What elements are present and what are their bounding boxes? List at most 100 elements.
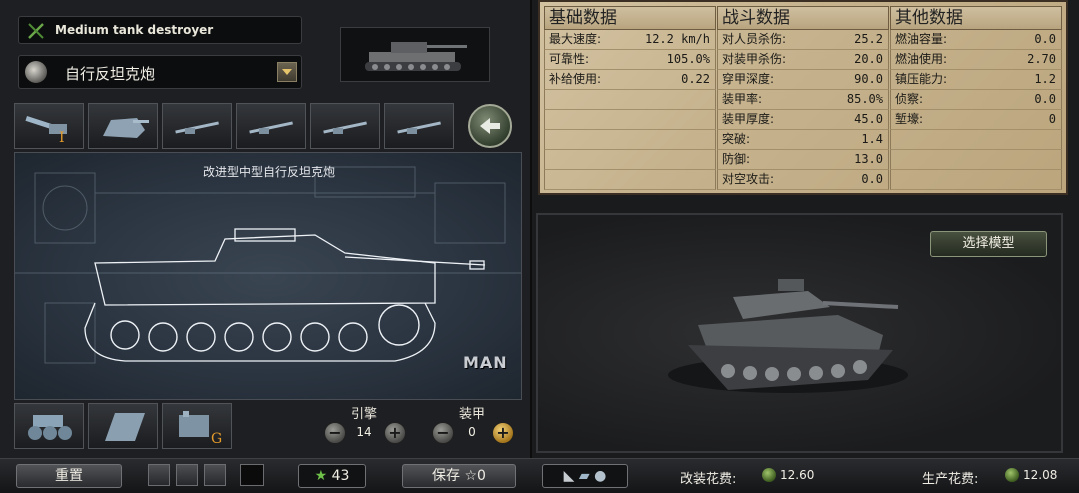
copy-icon[interactable] bbox=[148, 464, 170, 486]
stat-label: 装甲厚度: bbox=[722, 112, 775, 126]
save-button[interactable]: 保存 ☆0 bbox=[402, 464, 516, 488]
armor-upgrade-group: 装甲 − 0 + bbox=[430, 403, 514, 453]
stat-row: 燃油容量: 0.0 bbox=[890, 30, 1062, 50]
design-name-selector[interactable]: 自行反坦克炮 bbox=[18, 55, 302, 89]
unit-type-label: Medium tank destroyer bbox=[55, 23, 214, 37]
stat-row-empty bbox=[544, 170, 716, 190]
manufacturer-logo: MAN bbox=[463, 353, 508, 372]
equipment-icons: ◣ ▰ ● bbox=[542, 464, 628, 488]
chassis-slot-engine[interactable]: G bbox=[162, 403, 232, 449]
svg-text:I: I bbox=[59, 130, 65, 142]
engine-decrease-button[interactable]: − bbox=[324, 422, 346, 444]
plus-icon: + bbox=[388, 423, 402, 442]
combat-stats-rows: 对人员杀伤: 25.2 对装甲杀伤: 20.0 穿甲深度: 90.0 装甲率: 85.0… bbox=[717, 30, 889, 190]
empty-slot[interactable] bbox=[240, 464, 264, 486]
stat-value: 2.70 bbox=[1027, 52, 1056, 66]
stat-row: 补给使用: 0.22 bbox=[544, 70, 716, 90]
chassis-slot-suspension[interactable] bbox=[14, 403, 84, 449]
stat-row-empty bbox=[544, 110, 716, 130]
minus-icon: − bbox=[436, 423, 450, 442]
stat-label: 对装甲杀伤: bbox=[722, 52, 787, 66]
shell-icon[interactable] bbox=[204, 464, 226, 486]
stat-value: 1.2 bbox=[1034, 72, 1056, 86]
module-slot-secondary-3[interactable] bbox=[310, 103, 380, 149]
gear-icon[interactable] bbox=[176, 464, 198, 486]
stat-label: 燃油容量: bbox=[895, 32, 948, 46]
stats-panel: 基础数据 最大速度: 12.2 km/h 可靠性: 105.0% 补给使用: 0.22… bbox=[538, 0, 1068, 195]
module-slot-superstructure[interactable] bbox=[88, 103, 158, 149]
basic-stats-rows: 最大速度: 12.2 km/h 可靠性: 105.0% 补给使用: 0.22 bbox=[544, 30, 716, 190]
chassis-slot-row: G bbox=[14, 403, 244, 449]
stat-value: 0 bbox=[1048, 112, 1056, 126]
stat-label: 突破: bbox=[722, 132, 751, 146]
plus-icon: + bbox=[496, 423, 510, 442]
production-cost-label: 生产花费: bbox=[922, 472, 979, 487]
stat-value: 0.0 bbox=[861, 172, 883, 186]
save-count: ☆0 bbox=[464, 468, 486, 484]
knife-icon: ◣ bbox=[563, 468, 575, 484]
chevron-down-icon[interactable] bbox=[277, 62, 297, 82]
other-stats-header: 其他数据 bbox=[890, 6, 1062, 30]
stat-row: 可靠性: 105.0% bbox=[544, 50, 716, 70]
blueprint-view: 改进型中型自行反坦克炮 MAN bbox=[14, 152, 522, 400]
ammo-icon: ▰ bbox=[578, 468, 590, 484]
other-stats-rows: 燃油容量: 0.0 燃油使用: 2.70 镇压能力: 1.2 侦察: 0.0 堑壕: 0 bbox=[890, 30, 1062, 190]
return-arrow-icon[interactable] bbox=[468, 104, 512, 148]
stat-row-empty bbox=[544, 90, 716, 110]
stat-row: 对装甲杀伤: 20.0 bbox=[717, 50, 889, 70]
module-slot-secondary-1[interactable] bbox=[162, 103, 232, 149]
stat-row-empty bbox=[890, 170, 1062, 190]
stat-label: 最大速度: bbox=[549, 32, 602, 46]
stat-value: 12.2 km/h bbox=[644, 32, 710, 46]
stat-label: 防御: bbox=[722, 152, 751, 166]
stat-value: 0.22 bbox=[681, 72, 710, 86]
choose-model-button[interactable]: 选择模型 bbox=[930, 231, 1047, 257]
combat-stats-header: 战斗数据 bbox=[717, 6, 889, 30]
basic-stats-column: 基础数据 最大速度: 12.2 km/h 可靠性: 105.0% 补给使用: 0.22 bbox=[544, 6, 716, 190]
armor-plate-icon bbox=[105, 413, 145, 441]
stat-row: 最大速度: 12.2 km/h bbox=[544, 30, 716, 50]
engine-icon: G bbox=[179, 411, 222, 445]
stat-label: 对人员杀伤: bbox=[722, 32, 787, 46]
module-slot-secondary-2[interactable] bbox=[236, 103, 306, 149]
stat-value: 25.2 bbox=[854, 32, 883, 46]
stat-value: 1.4 bbox=[861, 132, 883, 146]
module-slot-secondary-4[interactable] bbox=[384, 103, 454, 149]
reset-button[interactable]: 重置 bbox=[16, 464, 122, 488]
stat-row: 穿甲深度: 90.0 bbox=[717, 70, 889, 90]
stat-value: 13.0 bbox=[854, 152, 883, 166]
armor-upgrade-value: 0 bbox=[468, 425, 476, 439]
stat-row-empty bbox=[890, 130, 1062, 150]
stat-row: 燃油使用: 2.70 bbox=[890, 50, 1062, 70]
stat-row: 装甲厚度: 45.0 bbox=[717, 110, 889, 130]
stat-row: 侦察: 0.0 bbox=[890, 90, 1062, 110]
stat-row-empty bbox=[890, 150, 1062, 170]
save-label: 保存 bbox=[432, 468, 461, 484]
stat-row-empty bbox=[544, 150, 716, 170]
armor-increase-button[interactable]: + bbox=[492, 422, 514, 444]
production-cost-value: 12.08 bbox=[1023, 468, 1058, 482]
armor-decrease-button[interactable]: − bbox=[432, 422, 454, 444]
stat-label: 对空攻击: bbox=[722, 172, 775, 186]
machine-gun-icon bbox=[249, 121, 293, 134]
production-coin-icon bbox=[1005, 468, 1019, 482]
machine-gun-icon bbox=[323, 121, 367, 134]
chassis-slot-armor[interactable] bbox=[88, 403, 158, 449]
suspension-icon bbox=[28, 415, 72, 440]
stat-label: 侦察: bbox=[895, 92, 924, 106]
other-stats-column: 其他数据 燃油容量: 0.0 燃油使用: 2.70 镇压能力: 1.2 侦察: 0.0 … bbox=[890, 6, 1062, 190]
stat-row: 突破: 1.4 bbox=[717, 130, 889, 150]
stat-value: 45.0 bbox=[854, 112, 883, 126]
blueprint-drawing bbox=[15, 166, 521, 364]
tank-thumbnail bbox=[340, 27, 490, 82]
module-slot-main-gun[interactable]: I bbox=[14, 103, 84, 149]
crossed-rifles-icon bbox=[27, 22, 45, 40]
module-slot-row: I bbox=[14, 103, 464, 149]
engine-upgrade-stepper: − 14 + bbox=[322, 422, 406, 446]
stat-row: 对人员杀伤: 25.2 bbox=[717, 30, 889, 50]
stat-row: 堑壕: 0 bbox=[890, 110, 1062, 130]
engine-increase-button[interactable]: + bbox=[384, 422, 406, 444]
designer-panel: Medium tank destroyer 自行反坦克炮 I 改进型中型自行反坦… bbox=[0, 0, 532, 458]
design-emblem-icon bbox=[25, 61, 47, 83]
stat-value: 0.0 bbox=[1034, 32, 1056, 46]
